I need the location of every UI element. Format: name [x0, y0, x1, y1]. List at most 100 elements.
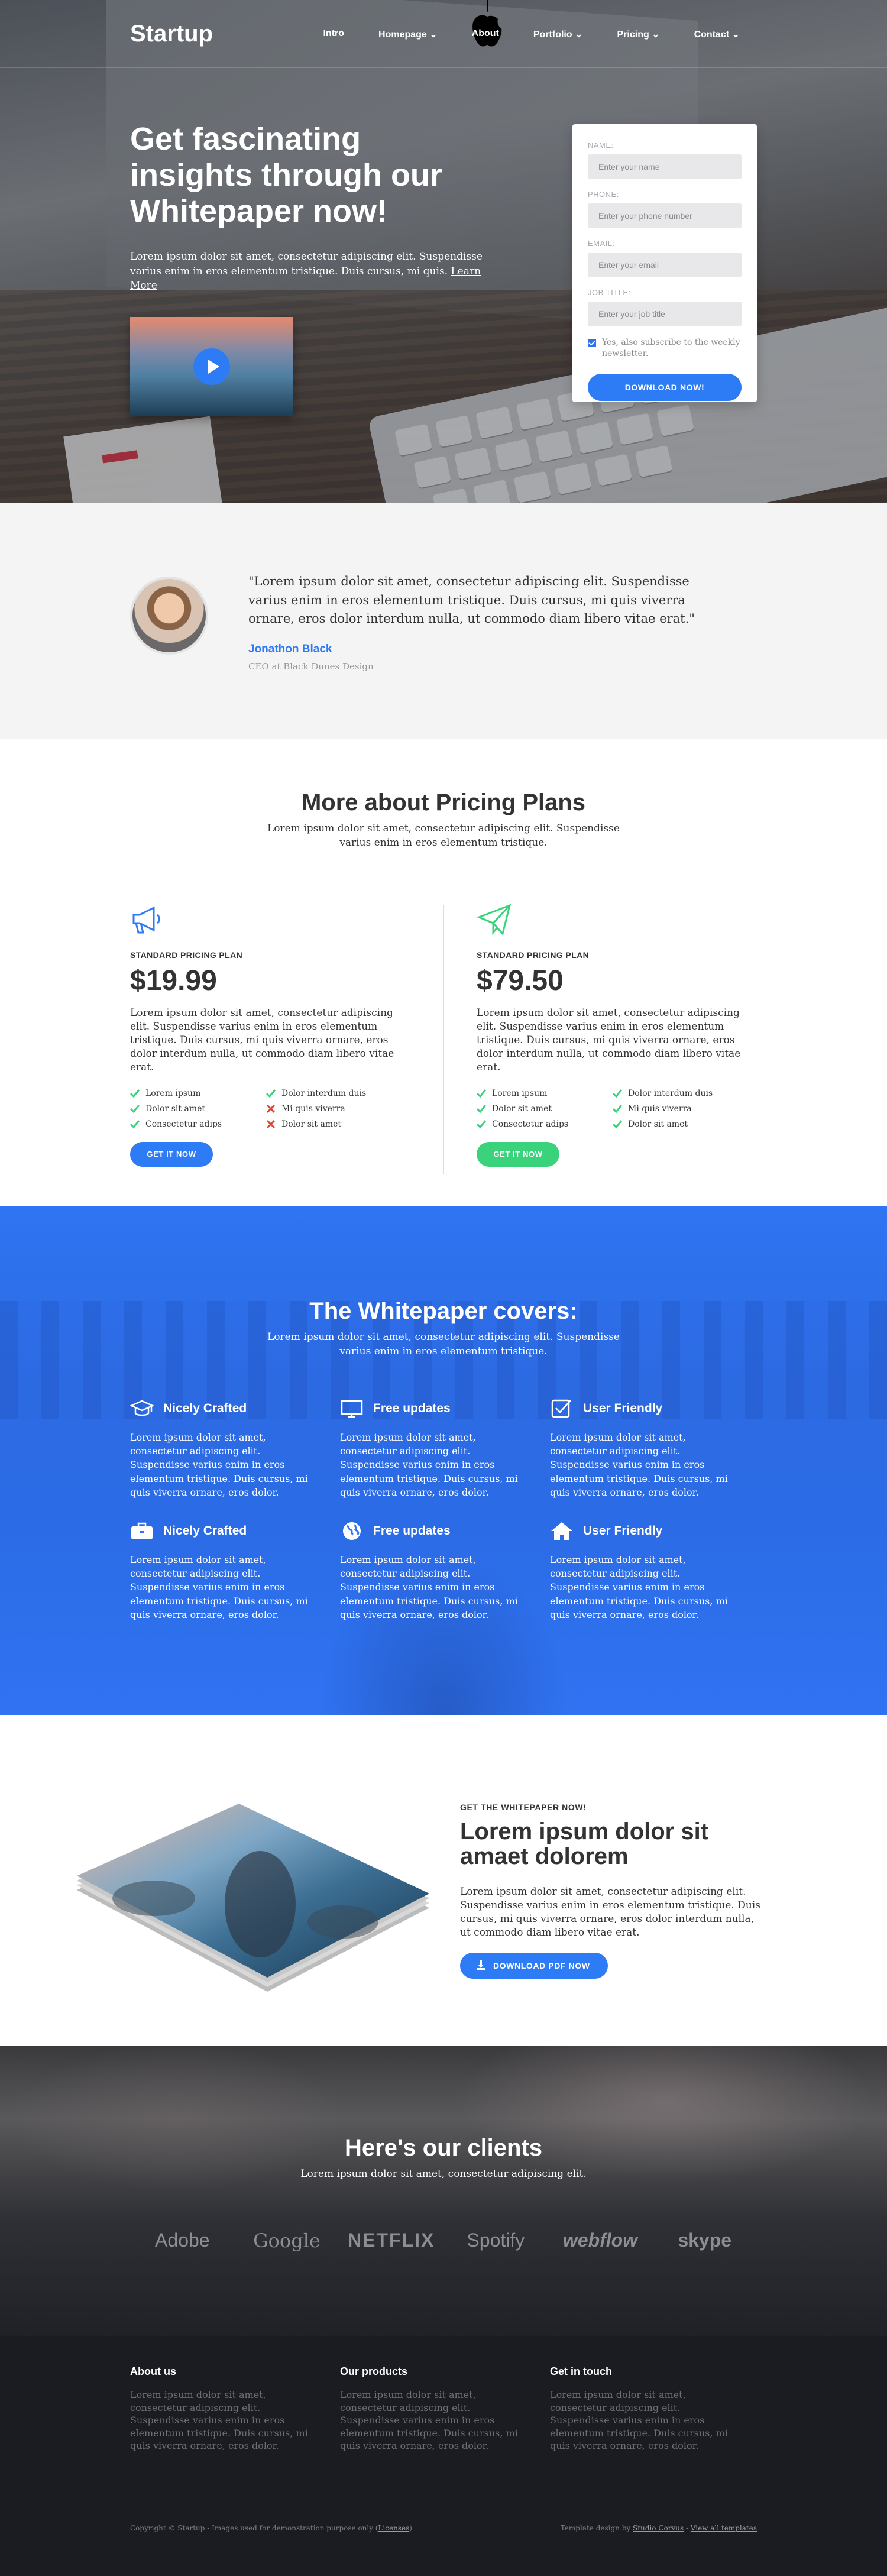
- check-icon: [130, 1119, 140, 1128]
- phone-field[interactable]: [588, 203, 742, 228]
- email-field[interactable]: [588, 253, 742, 277]
- nav-item-homepage[interactable]: Homepage ⌄: [361, 28, 455, 40]
- footer-text: Lorem ipsum dolor sit amet, consectetur …: [550, 2389, 728, 2452]
- feature-item: Dolor sit amet: [477, 1104, 613, 1114]
- hero-title: Get fascinating insights through our Whi…: [130, 121, 442, 229]
- feature-title: Free updates: [373, 1402, 451, 1415]
- plan-features: Lorem ipsum Dolor interdum duis Dolor si…: [477, 1089, 760, 1129]
- footer: About us Lorem ipsum dolor sit amet, con…: [0, 2336, 887, 2576]
- clients-section: Here's our clients Lorem ipsum dolor sit…: [0, 2046, 887, 2336]
- feature-item: Lorem ipsum: [130, 1089, 266, 1098]
- newsletter-option: Yes, also subscribe to the weekly newsle…: [588, 337, 742, 360]
- client-logo-spotify: Spotify: [467, 2229, 525, 2251]
- check-icon: [477, 1119, 486, 1128]
- footer-column-contact: Get in touch Lorem ipsum dolor sit amet,…: [550, 2365, 739, 2452]
- clients-subtitle: Lorem ipsum dolor sit amet, consectetur …: [300, 2168, 587, 2180]
- pricing-title: More about Pricing Plans: [301, 789, 586, 815]
- job-title-field[interactable]: [588, 302, 742, 326]
- email-label: EMAIL:: [588, 239, 615, 248]
- nav-item-about[interactable]: About: [455, 28, 516, 40]
- download-kicker: GET THE WHITEPAPER NOW!: [460, 1802, 587, 1812]
- footer-text: Lorem ipsum dolor sit amet, consectetur …: [130, 2389, 308, 2452]
- feature-item: Mi quis viverra: [613, 1104, 749, 1114]
- download-text: Lorem ipsum dolor sit amet, consectetur …: [460, 1886, 760, 1939]
- nav-item-pricing[interactable]: Pricing ⌄: [600, 28, 677, 40]
- check-icon: [613, 1119, 622, 1128]
- footer-column-about: About us Lorem ipsum dolor sit amet, con…: [130, 2365, 319, 2452]
- feature-block: Free updates Lorem ipsum dolor sit amet,…: [340, 1399, 529, 1499]
- feature-title: Nicely Crafted: [163, 1524, 247, 1538]
- name-field[interactable]: [588, 154, 742, 179]
- feature-block: User Friendly Lorem ipsum dolor sit amet…: [550, 1521, 739, 1622]
- top-navigation: Startup Intro Homepage ⌄ About Portfolio…: [0, 0, 887, 68]
- plan-name: STANDARD PRICING PLAN: [477, 950, 590, 960]
- feature-text: Lorem ipsum dolor sit amet, consectetur …: [130, 1554, 308, 1620]
- plan-price: $19.99: [130, 965, 217, 996]
- check-icon: [130, 1089, 140, 1098]
- footer-heading: Our products: [340, 2365, 408, 2377]
- nav-item-contact[interactable]: Contact ⌄: [677, 28, 757, 40]
- feature-text: Lorem ipsum dolor sit amet, consectetur …: [550, 1554, 728, 1620]
- feature-text: Lorem ipsum dolor sit amet, consectetur …: [130, 1432, 308, 1498]
- pricing-plan-1: STANDARD PRICING PLAN $19.99 Lorem ipsum…: [130, 902, 414, 1167]
- name-label: NAME:: [588, 141, 614, 150]
- testimonial-quote: "Lorem ipsum dolor sit amet, consectetur…: [248, 574, 695, 626]
- download-form: NAME: PHONE: EMAIL: JOB TITLE: Yes, also…: [572, 124, 757, 402]
- feature-item: Dolor sit amet: [613, 1119, 749, 1129]
- client-logo-skype: skype: [678, 2229, 732, 2251]
- download-section: GET THE WHITEPAPER NOW! Lorem ipsum dolo…: [0, 1715, 887, 2046]
- feature-item: Lorem ipsum: [477, 1089, 613, 1098]
- check-icon: [613, 1104, 622, 1113]
- client-logo-netflix: NETFLIX: [348, 2229, 435, 2251]
- monitor-icon: [341, 1400, 363, 1418]
- footer-heading: About us: [130, 2365, 176, 2377]
- feature-block: User Friendly Lorem ipsum dolor sit amet…: [550, 1399, 739, 1499]
- play-icon[interactable]: [193, 348, 230, 385]
- testimonial-author: Jonathon Black: [248, 643, 332, 655]
- feature-block: Nicely Crafted Lorem ipsum dolor sit ame…: [130, 1521, 319, 1622]
- hero-content: Get fascinating insights through our Whi…: [130, 121, 485, 416]
- newsletter-checkbox[interactable]: [588, 339, 596, 347]
- licenses-link[interactable]: Licenses: [378, 2524, 410, 2532]
- pricing-plan-2: STANDARD PRICING PLAN $79.50 Lorem ipsum…: [476, 902, 760, 1167]
- feature-text: Lorem ipsum dolor sit amet, consectetur …: [340, 1554, 518, 1620]
- feature-item: Consectetur adips: [477, 1119, 613, 1129]
- check-icon: [266, 1089, 276, 1098]
- get-it-now-button[interactable]: GET IT NOW: [477, 1141, 559, 1167]
- feature-block: Free updates Lorem ipsum dolor sit amet,…: [340, 1521, 529, 1622]
- pricing-section: More about Pricing Plans Lorem ipsum dol…: [0, 739, 887, 1206]
- briefcase-icon: [131, 1522, 153, 1539]
- studio-corvus-link[interactable]: Studio Corvus: [633, 2524, 684, 2532]
- globe-icon: [343, 1522, 361, 1540]
- get-it-now-button[interactable]: GET IT NOW: [130, 1141, 213, 1167]
- paper-plane-icon: [476, 904, 512, 936]
- client-logos: Adobe Google NETFLIX Spotify webflow sky…: [130, 2229, 757, 2252]
- covers-title: The Whitepaper covers:: [309, 1298, 578, 1324]
- feature-title: Nicely Crafted: [163, 1402, 247, 1415]
- template-credit: Template design by Studio Corvus - View …: [560, 2524, 757, 2532]
- clients-title: Here's our clients: [344, 2135, 543, 2161]
- home-icon: [551, 1522, 572, 1540]
- download-now-button[interactable]: DOWNLOAD NOW!: [588, 373, 742, 401]
- testimonial-section: "Lorem ipsum dolor sit amet, consectetur…: [0, 503, 887, 739]
- plan-name: STANDARD PRICING PLAN: [130, 950, 243, 960]
- check-icon: [477, 1089, 486, 1098]
- feature-item: Mi quis viverra: [266, 1104, 402, 1114]
- client-logo-webflow: webflow: [562, 2229, 638, 2251]
- plan-description: Lorem ipsum dolor sit amet, consectetur …: [130, 1007, 394, 1073]
- video-thumbnail[interactable]: [130, 316, 293, 416]
- testimonial-role: CEO at Black Dunes Design: [248, 661, 374, 672]
- nav-item-intro[interactable]: Intro: [306, 28, 361, 40]
- avatar: [130, 577, 208, 655]
- megaphone-icon: [132, 906, 160, 934]
- whitepaper-covers-section: The Whitepaper covers: Lorem ipsum dolor…: [0, 1206, 887, 1715]
- client-logo-google: Google: [253, 2229, 321, 2252]
- feature-item: Dolor sit amet: [266, 1119, 402, 1129]
- plan-price: $79.50: [477, 965, 564, 996]
- view-all-templates-link[interactable]: View all templates: [691, 2524, 757, 2532]
- nav-item-portfolio[interactable]: Portfolio ⌄: [516, 28, 600, 40]
- site-logo[interactable]: Startup: [130, 21, 213, 47]
- feature-item: Consectetur adips: [130, 1119, 266, 1129]
- download-pdf-button[interactable]: DOWNLOAD PDF NOW: [460, 1952, 608, 1979]
- copyright: Copyright © Startup - Images used for de…: [130, 2524, 412, 2532]
